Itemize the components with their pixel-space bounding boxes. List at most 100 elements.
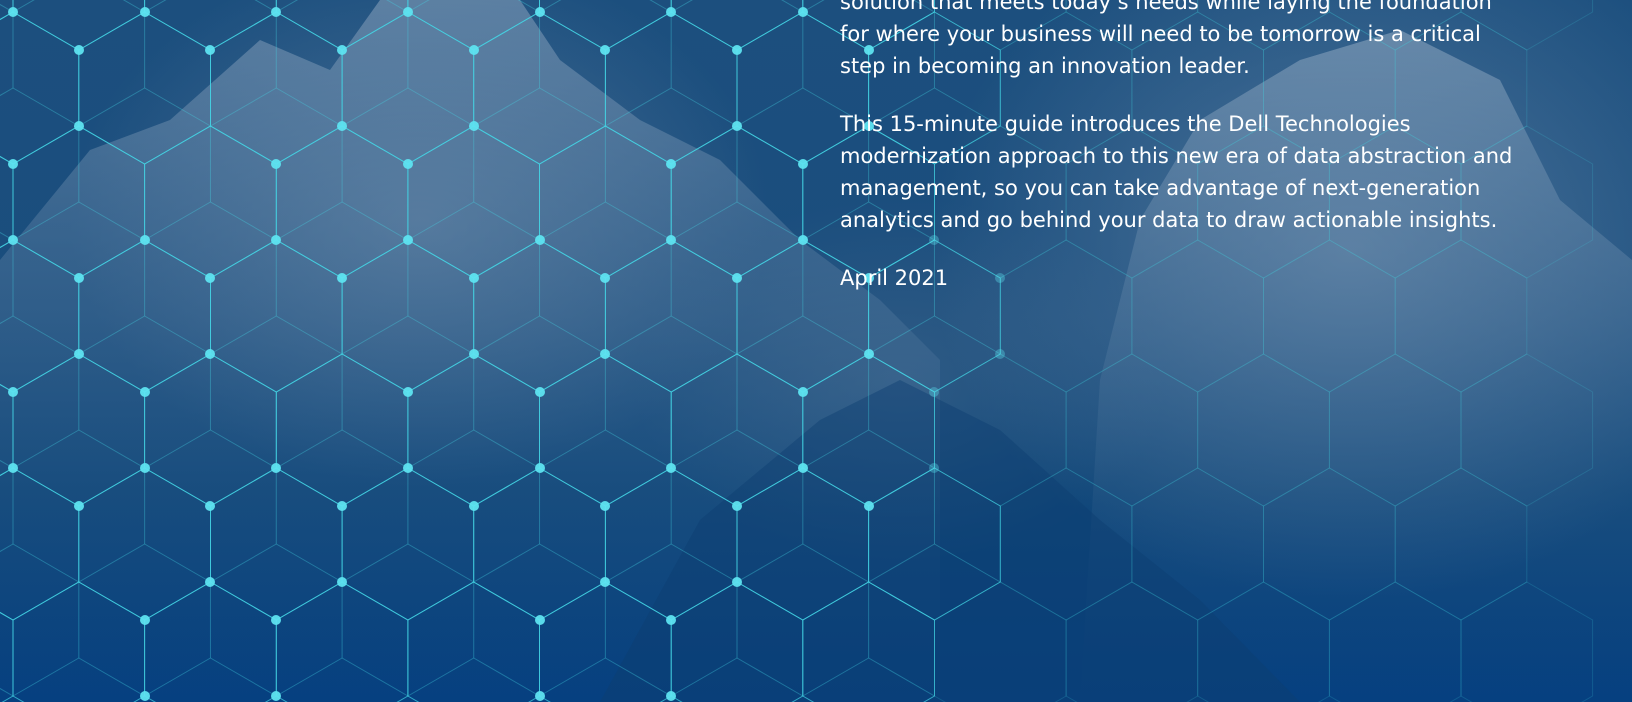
hexagon-cell (0, 239, 80, 393)
network-node-dot (600, 349, 610, 359)
hexagon-inner-line (144, 657, 211, 697)
hexagon-inner-line (0, 459, 14, 469)
hexagon-cell (999, 467, 1133, 621)
hexagon-inner-line (12, 429, 80, 469)
hexagon-inner-line (210, 657, 277, 697)
network-node-dot (929, 387, 939, 397)
hexagon-inner-line (122, 0, 145, 13)
hexagon-inner-line (12, 657, 80, 697)
hexagon-cell (1394, 467, 1528, 621)
network-node-dot (271, 463, 281, 473)
network-node-dot (666, 235, 676, 245)
network-node-dot (8, 7, 18, 17)
network-node-dot (535, 7, 545, 17)
hexagon-inner-line (473, 543, 540, 583)
network-node-dot (403, 159, 413, 169)
hexagon-inner-line (341, 87, 409, 127)
hexagon-inner-line (649, 0, 672, 13)
network-node-dot (337, 577, 347, 587)
hexagon-inner-line (407, 429, 474, 469)
hexagon-inner-line (210, 315, 277, 355)
hexagon-inner-line (539, 201, 606, 241)
network-node-dot (469, 349, 479, 359)
network-node-dot (535, 235, 545, 245)
network-node-dot (666, 615, 676, 625)
hexagon-inner-line (473, 429, 540, 469)
hexagon-inner-line (670, 429, 738, 469)
hexagon-cell (0, 467, 80, 621)
hexagon-inner-line (78, 315, 145, 355)
hexagon-inner-line (12, 315, 80, 355)
hexagon-inner-line (802, 657, 869, 697)
network-node-dot (140, 463, 150, 473)
network-node-dot (337, 273, 347, 283)
network-node-dot (798, 7, 808, 17)
network-node-dot (271, 7, 281, 17)
hexagon-cell (0, 383, 14, 477)
network-node-dot (535, 691, 545, 701)
network-node-dot (337, 501, 347, 511)
hexagon-inner-line (12, 201, 80, 241)
hexagon-inner-line (210, 87, 277, 127)
hexagon-inner-line (341, 429, 409, 469)
hexagon-inner-line (605, 543, 672, 583)
network-node-dot (74, 121, 84, 131)
hexagon-inner-line (276, 543, 343, 583)
network-node-dot (666, 463, 676, 473)
network-node-dot (600, 501, 610, 511)
network-node-dot (140, 235, 150, 245)
hexagon-inner-line (517, 0, 540, 13)
hexagon-cell (0, 155, 14, 249)
hexagon-inner-line (407, 201, 474, 241)
hexagon-inner-line (0, 543, 14, 553)
hexagon-inner-line (539, 657, 606, 697)
network-node-dot (666, 7, 676, 17)
hexagon-cell (0, 611, 14, 702)
hexagon-inner-line (868, 657, 935, 697)
hexagon-inner-line (78, 87, 145, 127)
network-node-dot (535, 615, 545, 625)
network-node-dot (864, 501, 874, 511)
hexagon-inner-line (276, 315, 343, 355)
network-node-dot (469, 45, 479, 55)
hexagon-inner-line (407, 315, 474, 355)
hexagon-cell (1197, 353, 1330, 507)
hexagon-cell (144, 0, 277, 51)
hexagon-inner-line (12, 0, 35, 13)
hexagon-inner-line (473, 315, 540, 355)
network-node-dot (469, 501, 479, 511)
hexagon-inner-line (670, 87, 738, 127)
network-node-dot (403, 7, 413, 17)
hexagon-inner-line (934, 315, 1001, 355)
hexagon-cell (407, 0, 540, 51)
hexagon-inner-line (0, 315, 14, 325)
hexagon-cell (1328, 353, 1462, 507)
intro-text-block: solution that meets today’s needs while … (840, 0, 1520, 320)
hexagon-inner-line (407, 87, 474, 127)
network-node-dot (600, 45, 610, 55)
hexagon-inner-line (539, 543, 606, 583)
hexagon-inner-line (0, 87, 14, 97)
network-node-dot (798, 387, 808, 397)
hexagon-inner-line (276, 429, 343, 469)
hexagon-cell (1065, 581, 1199, 702)
hexagon-inner-line (12, 87, 80, 127)
hexagon-inner-line (736, 657, 804, 697)
hexagon-inner-line (605, 315, 672, 355)
hexagon-inner-line (386, 0, 409, 13)
network-node-dot (271, 235, 281, 245)
network-node-dot (535, 463, 545, 473)
hexagon-inner-line (210, 429, 277, 469)
network-node-dot (403, 387, 413, 397)
hexagon-inner-line (868, 543, 935, 583)
hexagon-inner-line (736, 543, 804, 583)
hexagon-inner-line (407, 0, 430, 13)
hexagon-inner-line (781, 0, 804, 13)
hero-banner: solution that meets today’s needs while … (0, 0, 1632, 702)
network-node-dot (798, 235, 808, 245)
hexagon-inner-line (78, 429, 145, 469)
network-node-dot (732, 577, 742, 587)
hexagon-cell (1460, 581, 1594, 702)
hexagon-cell (1065, 353, 1199, 507)
hexagon-inner-line (670, 543, 738, 583)
